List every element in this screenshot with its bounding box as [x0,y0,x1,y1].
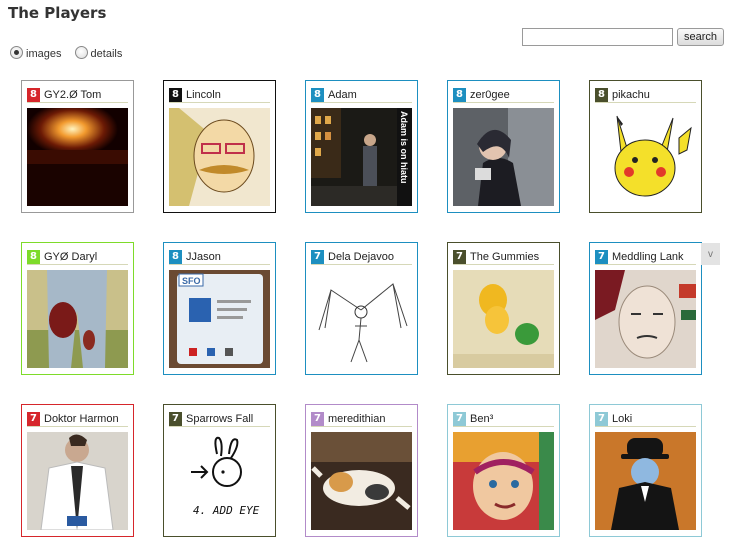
level-badge: 8 [27,87,40,102]
player-name[interactable]: Lincoln [186,89,221,101]
doodle-caption: 4. ADD EYE [193,504,260,517]
player-name[interactable]: GY2.Ø Tom [44,89,101,101]
player-card-6[interactable]: 8 JJason SFO [163,242,276,375]
player-name[interactable]: Sparrows Fall [186,413,253,425]
gummy-bears-image [453,270,554,368]
bunny-doodle-image: 4. ADD EYE [169,432,270,530]
details-label: details [90,47,123,60]
night-street-image: Adam is on hiatu [311,108,412,206]
player-name[interactable]: Dela Dejavoo [328,251,394,263]
player-photo[interactable] [311,270,412,368]
player-card-8[interactable]: 7 The Gummies [447,242,560,375]
player-card-9[interactable]: 7 Meddling Lank [589,242,702,375]
view-images-option[interactable]: images [10,46,62,60]
stained-jeans-image [27,270,128,368]
player-name[interactable]: Ben³ [470,413,493,425]
player-photo[interactable] [27,270,128,368]
view-toggle: images details [10,46,132,63]
player-photo[interactable] [27,432,128,530]
player-card-0[interactable]: 8 GY2.Ø Tom [21,80,134,213]
player-name[interactable]: Adam [328,89,357,101]
mustache-drawing-image [169,108,270,206]
player-photo[interactable]: 4. ADD EYE [169,432,270,530]
player-name[interactable]: Doktor Harmon [44,413,119,425]
images-radio[interactable] [10,46,23,59]
girl-with-camera-image [453,108,554,206]
level-badge: 7 [311,249,324,264]
player-photo[interactable] [453,108,554,206]
player-photo[interactable] [27,108,128,206]
player-photo[interactable]: Adam is on hiatu [311,108,412,206]
level-badge: 7 [169,411,182,426]
players-page: The Players images details search 8 GY2.… [0,0,737,556]
level-badge: 7 [595,411,608,426]
player-photo[interactable] [595,432,696,530]
hiatus-text: Adam is on hiatu [399,111,409,184]
sleeping-cat-image [311,432,412,530]
view-details-option[interactable]: details [74,46,123,60]
level-badge: 7 [453,249,466,264]
level-badge: 8 [595,87,608,102]
fire-at-night-image [27,108,128,206]
player-card-3[interactable]: 8 zer0gee [447,80,560,213]
player-photo[interactable] [311,432,412,530]
player-photo[interactable] [595,108,696,206]
images-label: images [26,47,62,60]
level-badge: 7 [27,411,40,426]
level-badge: 8 [27,249,40,264]
search-input[interactable] [522,28,673,46]
player-name[interactable]: The Gummies [470,251,539,263]
sfo-text: SFO [182,276,201,286]
player-card-4[interactable]: 8 pikachu [589,80,702,213]
player-card-13[interactable]: 7 Ben³ [447,404,560,537]
player-photo[interactable] [453,270,554,368]
pikachu-image [595,108,696,206]
level-badge: 7 [595,249,608,264]
man-in-coat-image [27,432,128,530]
collapse-toggle[interactable]: v [701,243,720,265]
player-card-7[interactable]: 7 Dela Dejavoo [305,242,418,375]
player-photo[interactable] [453,432,554,530]
player-name[interactable]: meredithian [328,413,385,425]
player-card-5[interactable]: 8 GYØ Daryl [21,242,134,375]
level-badge: 8 [453,87,466,102]
details-radio[interactable] [74,46,88,59]
player-name[interactable]: Loki [612,413,632,425]
player-name[interactable]: pikachu [612,89,650,101]
player-card-12[interactable]: 7 meredithian [305,404,418,537]
search-button[interactable]: search [677,28,724,46]
player-card-1[interactable]: 8 Lincoln [163,80,276,213]
level-badge: 7 [453,411,466,426]
level-badge: 8 [169,249,182,264]
level-badge: 8 [311,87,324,102]
level-badge: 8 [169,87,182,102]
player-name[interactable]: Meddling Lank [612,251,684,263]
player-card-head: 8 GY2.Ø Tom [27,87,128,103]
colorful-face-image [453,432,554,530]
player-photo[interactable]: SFO [169,270,270,368]
skeleton-sketch-image [311,270,412,368]
face-painting-image [595,270,696,368]
player-name[interactable]: JJason [186,251,221,263]
page-title: The Players [8,4,107,22]
player-name[interactable]: GYØ Daryl [44,251,97,263]
player-name[interactable]: zer0gee [470,89,510,101]
player-card-14[interactable]: 7 Loki [589,404,702,537]
player-photo[interactable] [595,270,696,368]
player-photo[interactable] [169,108,270,206]
screen-display-image: SFO [169,270,270,368]
level-badge: 7 [311,411,324,426]
player-card-2[interactable]: 8 Adam Adam is on hiatu [305,80,418,213]
player-card-10[interactable]: 7 Doktor Harmon [21,404,134,537]
bowler-hat-man-image [595,432,696,530]
player-card-11[interactable]: 7 Sparrows Fall 4. ADD EYE [163,404,276,537]
